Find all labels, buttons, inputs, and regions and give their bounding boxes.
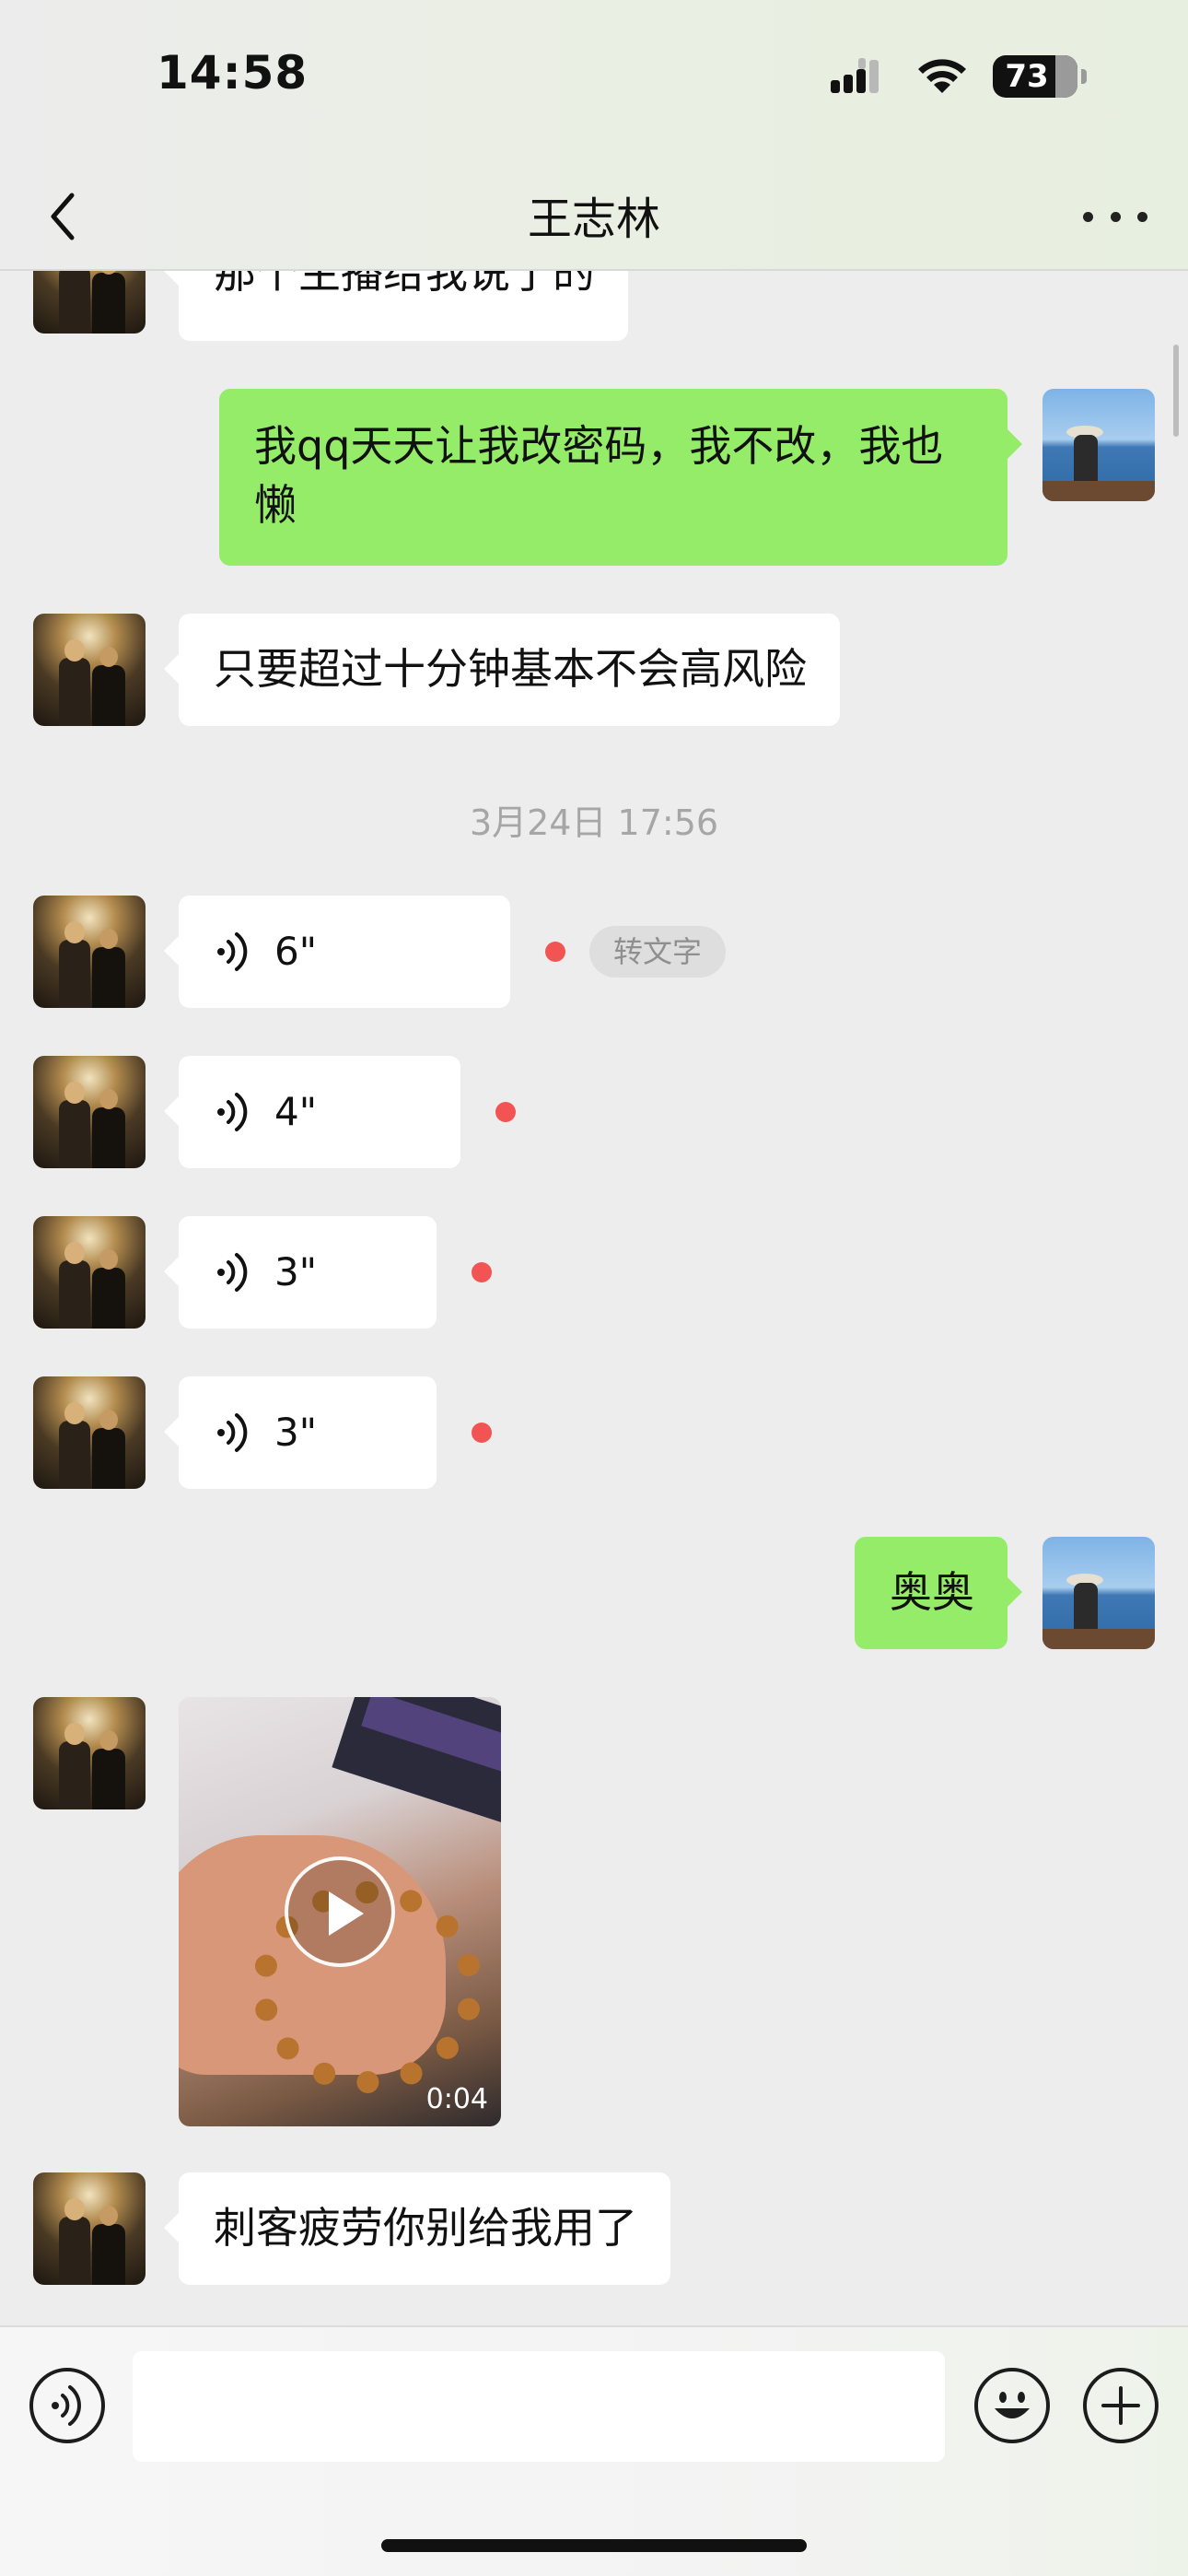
my-avatar[interactable] bbox=[1042, 1537, 1155, 1649]
voice-wave-icon bbox=[217, 1413, 248, 1452]
unread-dot bbox=[472, 1262, 492, 1282]
voice-wave-icon bbox=[217, 1093, 248, 1131]
battery-icon: 73 bbox=[993, 55, 1077, 98]
voice-duration: 4" bbox=[274, 1089, 318, 1134]
status-time: 14:58 bbox=[157, 46, 309, 100]
scroll-indicator[interactable] bbox=[1173, 345, 1179, 437]
wifi-icon bbox=[918, 59, 966, 93]
cellular-signal-icon bbox=[831, 58, 879, 93]
message-text: 我qq天天让我改密码，我不改，我也懒 bbox=[254, 421, 944, 530]
unread-dot bbox=[472, 1423, 492, 1443]
status-icons: 73 bbox=[831, 55, 1087, 98]
voice-message[interactable]: 3" bbox=[164, 1216, 437, 1329]
voice-message[interactable]: 4" bbox=[164, 1056, 460, 1168]
video-duration: 0:04 bbox=[425, 2083, 488, 2115]
voice-message[interactable]: 3" bbox=[164, 1376, 437, 1489]
chat-messages[interactable]: 那个主播给我说了的 我qq天天让我改密码，我不改，我也懒 只要超过十分钟基本不会… bbox=[0, 271, 1188, 2325]
unread-dot bbox=[495, 1102, 516, 1122]
my-avatar[interactable] bbox=[1042, 389, 1155, 501]
message-timestamp: 3月24日 17:56 bbox=[469, 802, 719, 843]
battery-level: 73 bbox=[1005, 58, 1049, 95]
message-text: 只要超过十分钟基本不会高风险 bbox=[214, 644, 807, 694]
message-bubble-incoming[interactable]: 只要超过十分钟基本不会高风险 bbox=[164, 614, 840, 726]
voice-input-button[interactable] bbox=[29, 2368, 105, 2443]
voice-message[interactable]: 6" bbox=[164, 896, 510, 1008]
voice-wave-icon bbox=[52, 2385, 81, 2426]
nav-bar: 王志林 bbox=[0, 166, 1188, 271]
battery-tip bbox=[1081, 69, 1087, 84]
contact-avatar[interactable] bbox=[33, 1697, 146, 1809]
contact-avatar[interactable] bbox=[33, 2172, 146, 2285]
message-text: 奥奥 bbox=[890, 1567, 974, 1617]
contact-avatar[interactable] bbox=[33, 1376, 146, 1489]
contact-avatar[interactable] bbox=[33, 896, 146, 1008]
message-text: 刺客疲劳你别给我用了 bbox=[214, 2203, 637, 2253]
message-bubble-incoming[interactable]: 那个主播给我说了的 bbox=[164, 271, 628, 341]
video-message[interactable]: 0:04 bbox=[179, 1697, 501, 2126]
play-icon[interactable] bbox=[285, 1856, 395, 1967]
more-options-icon[interactable] bbox=[1083, 193, 1147, 240]
emoji-icon bbox=[995, 2392, 1030, 2418]
emoji-button[interactable] bbox=[974, 2368, 1050, 2443]
voice-duration: 3" bbox=[274, 1410, 318, 1455]
contact-avatar[interactable] bbox=[33, 1056, 146, 1168]
contact-avatar[interactable] bbox=[33, 1216, 146, 1329]
message-bubble-outgoing[interactable]: 我qq天天让我改密码，我不改，我也懒 bbox=[219, 389, 1022, 566]
home-indicator[interactable] bbox=[381, 2539, 807, 2552]
voice-duration: 3" bbox=[274, 1249, 318, 1294]
more-functions-button[interactable] bbox=[1083, 2368, 1159, 2443]
plus-icon bbox=[1101, 2386, 1140, 2425]
contact-avatar[interactable] bbox=[33, 271, 146, 334]
transcribe-button[interactable]: 转文字 bbox=[589, 926, 727, 978]
message-bubble-outgoing[interactable]: 奥奥 bbox=[855, 1537, 1022, 1649]
message-text: 那个主播给我说了的 bbox=[214, 271, 595, 298]
unread-dot bbox=[545, 942, 565, 962]
voice-wave-icon bbox=[217, 1253, 248, 1292]
contact-avatar[interactable] bbox=[33, 614, 146, 726]
status-bar: 14:58 73 bbox=[0, 0, 1188, 166]
voice-duration: 6" bbox=[274, 929, 318, 974]
voice-wave-icon bbox=[217, 932, 248, 971]
message-bubble-incoming[interactable]: 刺客疲劳你别给我用了 bbox=[164, 2172, 670, 2285]
message-input[interactable] bbox=[133, 2351, 945, 2462]
chat-title: 王志林 bbox=[527, 193, 660, 245]
